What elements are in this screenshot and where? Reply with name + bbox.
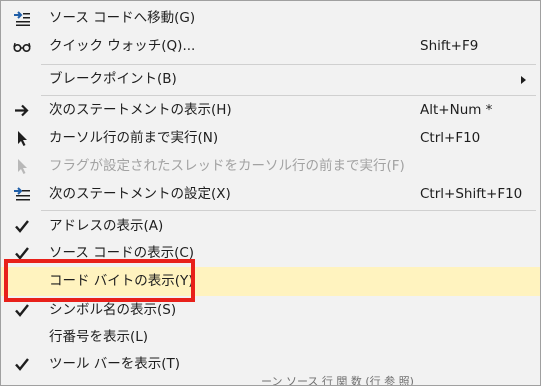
menu-item-show-next-statement[interactable]: 次のステートメントの表示(H) Alt+Num * xyxy=(1,97,540,124)
menu-item-label: クイック ウォッチ(Q)... xyxy=(49,38,196,54)
cursor-icon xyxy=(18,131,27,146)
menu-item-run-to-cursor[interactable]: カーソル行の前まで実行(N) Ctrl+F10 xyxy=(1,125,540,152)
checkmark-icon xyxy=(15,304,29,317)
context-menu: ソース コードへ移動(G) クイック ウォッチ(Q)... Shift+F9 ブ… xyxy=(0,0,541,386)
arrow-to-code-icon xyxy=(14,11,30,26)
menu-item-show-line-numbers[interactable]: 行番号を表示(L) xyxy=(1,324,540,351)
menu-item-shortcut: Alt+Num * xyxy=(420,102,493,118)
right-arrow-icon xyxy=(15,104,29,117)
menu-item-run-flagged-threads-to-cursor: フラグが設定されたスレッドをカーソル行の前まで実行(F) xyxy=(1,153,540,180)
menu-item-shortcut: Shift+F9 xyxy=(420,38,479,54)
menu-item-label: ブレークポイント(B) xyxy=(49,71,177,87)
menu-item-label: シンボル名の表示(S) xyxy=(49,302,177,318)
menu-item-set-next-statement[interactable]: 次のステートメントの設定(X) Ctrl+Shift+F10 xyxy=(1,181,540,208)
menu-item-shortcut: Ctrl+Shift+F10 xyxy=(420,186,523,202)
menu-item-show-address[interactable]: アドレスの表示(A) xyxy=(1,213,540,240)
menu-item-label: 次のステートメントの設定(X) xyxy=(49,186,231,202)
cursor-disabled-icon xyxy=(18,159,27,174)
menu-item-label: アドレスの表示(A) xyxy=(49,218,164,234)
submenu-arrow-icon xyxy=(521,76,526,84)
menu-item-label: 行番号を表示(L) xyxy=(49,329,149,345)
menu-item-label: フラグが設定されたスレッドをカーソル行の前まで実行(F) xyxy=(49,158,405,174)
menu-item-label: ツール バーを表示(T) xyxy=(49,356,181,372)
background-window-text: ーン ソース 行 関 数 (行 参 照) xyxy=(261,375,414,386)
menu-item-label: 次のステートメントの表示(H) xyxy=(49,102,232,118)
menu-item-label: カーソル行の前まで実行(N) xyxy=(49,130,219,146)
menu-item-quick-watch[interactable]: クイック ウォッチ(Q)... Shift+F9 xyxy=(1,33,540,60)
checkmark-icon xyxy=(15,220,29,233)
menu-separator xyxy=(41,64,536,65)
annotation-highlight-box xyxy=(4,259,195,302)
glasses-icon xyxy=(13,42,31,53)
menu-separator xyxy=(41,95,536,96)
menu-item-go-to-source[interactable]: ソース コードへ移動(G) xyxy=(1,5,540,32)
menu-separator xyxy=(41,210,536,211)
menu-item-breakpoint[interactable]: ブレークポイント(B) xyxy=(1,66,540,93)
set-next-statement-icon xyxy=(14,187,30,201)
checkmark-icon xyxy=(15,358,29,371)
menu-item-shortcut: Ctrl+F10 xyxy=(420,130,481,146)
menu-item-label: ソース コードへ移動(G) xyxy=(49,10,196,26)
